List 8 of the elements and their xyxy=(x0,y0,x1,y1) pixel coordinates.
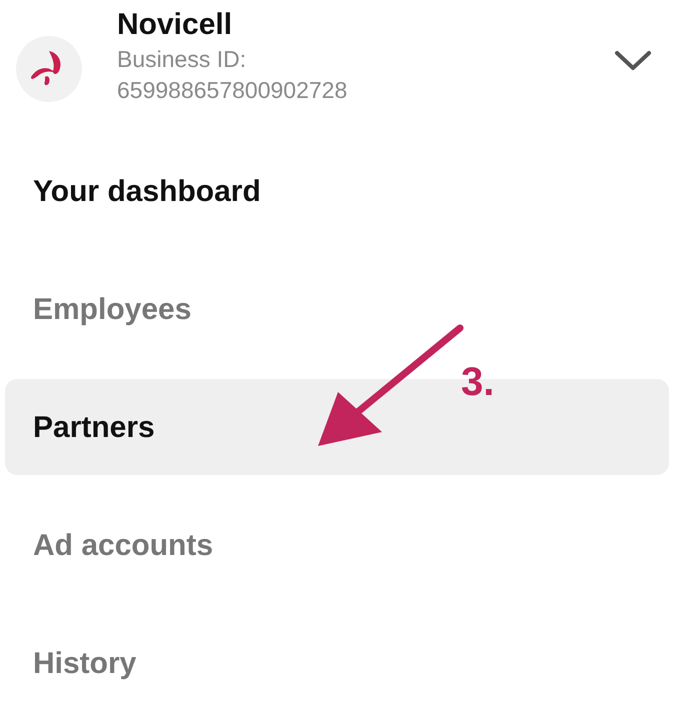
business-id-value: 659988657800902728 xyxy=(117,76,348,105)
nav-item[interactable]: Ad accounts xyxy=(5,497,669,593)
account-name: Novicell xyxy=(117,7,234,43)
nav-item[interactable]: Employees xyxy=(5,261,669,357)
nav-item[interactable]: History xyxy=(5,615,669,683)
chevron-down-icon[interactable] xyxy=(614,50,652,72)
dashboard-heading[interactable]: Your dashboard xyxy=(5,143,669,239)
business-id-label: Business ID: xyxy=(117,45,248,74)
